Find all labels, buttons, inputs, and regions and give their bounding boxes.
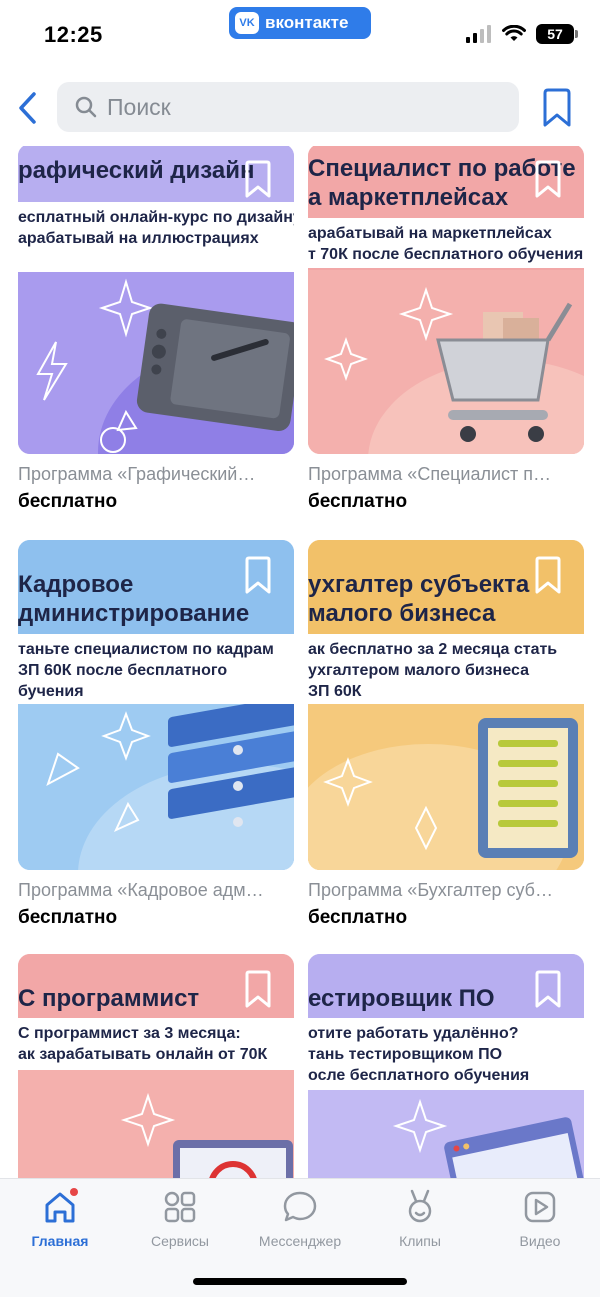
card-subtitle: таньте специалистом по кадрам ЗП 60К пос…: [18, 634, 294, 704]
card-subtitle-line: бучения: [18, 683, 84, 700]
wifi-icon: [502, 25, 526, 41]
card-subtitle-line: арабатывай на маркетплейсах: [308, 225, 552, 242]
clips-icon: [400, 1187, 440, 1227]
tab-label: Клипы: [399, 1233, 441, 1249]
status-time: 12:25: [44, 22, 103, 47]
tab-label: Мессенджер: [258, 1233, 342, 1249]
card-subtitle-line: С программист за 3 месяца:: [18, 1025, 241, 1042]
card-image[interactable]: естировщик ПО отите работать удалённо? т…: [308, 954, 584, 1178]
bookmark-icon[interactable]: [532, 970, 564, 1010]
tab-video[interactable]: Видео: [480, 1187, 600, 1249]
abacus-illustration: [308, 704, 584, 870]
card-caption: Программа «Бухгалтер суб…: [308, 880, 553, 900]
shopping-cart-illustration: [308, 270, 584, 454]
status-icons: 57: [466, 24, 578, 44]
card-subtitle-line: отите работать удалённо?: [308, 1025, 519, 1042]
card-subtitle-line: ак зарабатывать онлайн от 70К: [18, 1046, 268, 1063]
tab-label: Главная: [31, 1233, 89, 1249]
card-subtitle-line: т 70К после бесплатного обучения: [308, 246, 584, 263]
vk-logo-icon: VK: [235, 12, 259, 34]
card-caption: Программа «Специалист п…: [308, 464, 551, 484]
tab-label: Сервисы: [150, 1233, 209, 1249]
card-title-text: С программист: [18, 985, 200, 1012]
tab-services[interactable]: Сервисы: [120, 1187, 240, 1249]
card-subtitle-line: ухгалтером малого бизнеса: [308, 662, 530, 679]
card-image[interactable]: Кадровое дминистрирование таньте специал…: [18, 540, 294, 870]
card-subtitle-line: есплатный онлайн-курс по дизайну: [18, 209, 294, 226]
bookmark-icon: [543, 88, 571, 127]
product-card[interactable]: естировщик ПО отите работать удалённо? т…: [308, 954, 584, 1178]
card-price: бесплатно: [18, 907, 118, 928]
tab-clips[interactable]: Клипы: [360, 1187, 480, 1249]
bookmark-icon[interactable]: [242, 970, 274, 1010]
bookmark-icon[interactable]: [532, 160, 564, 200]
product-card[interactable]: Специалист по работе а маркетплейсах ара…: [308, 146, 584, 513]
card-subtitle: ак бесплатно за 2 месяца стать ухгалтеро…: [308, 634, 584, 704]
product-card[interactable]: С программист С программист за 3 месяца:…: [18, 954, 294, 1178]
card-price: бесплатно: [308, 491, 408, 512]
card-caption: Программа «Кадровое адм…: [18, 880, 264, 900]
bookmark-icon[interactable]: [242, 556, 274, 596]
binders-illustration: [18, 704, 294, 870]
graphics-tablet-illustration: [18, 272, 294, 454]
home-icon: [40, 1187, 80, 1227]
video-icon: [520, 1187, 560, 1227]
cellular-signal-icon: [466, 25, 491, 43]
card-image[interactable]: С программист С программист за 3 месяца:…: [18, 954, 294, 1178]
card-subtitle-line: таньте специалистом по кадрам: [18, 641, 274, 658]
card-subtitle: есплатный онлайн-курс по дизайну арабаты…: [18, 202, 294, 272]
product-grid: рафический дизайн есплатный онлайн-курс …: [0, 146, 600, 1178]
card-title-line: дминистрирование: [18, 600, 250, 627]
vk-badge-label: вконтакте: [265, 13, 349, 32]
card-subtitle: арабатывай на маркетплейсах т 70К после …: [308, 218, 584, 268]
card-title-line: малого бизнеса: [308, 600, 496, 627]
notification-dot: [70, 1188, 78, 1196]
grid-icon: [160, 1187, 200, 1227]
card-image[interactable]: ухгалтер субъекта малого бизнеса ак бесп…: [308, 540, 584, 870]
tab-home[interactable]: Главная: [0, 1187, 120, 1249]
status-bar: 12:25 VK вконтакте 57: [0, 0, 600, 70]
card-subtitle: С программист за 3 месяца: ак зарабатыва…: [18, 1018, 294, 1070]
card-image[interactable]: Специалист по работе а маркетплейсах ара…: [308, 146, 584, 454]
tab-messenger[interactable]: Мессенджер: [240, 1187, 360, 1249]
card-caption: Программа «Графический…: [18, 464, 256, 484]
card-image[interactable]: рафический дизайн есплатный онлайн-курс …: [18, 146, 294, 454]
browser-window-illustration: [308, 1090, 584, 1178]
card-subtitle: отите работать удалённо? тань тестировщи…: [308, 1018, 584, 1090]
chevron-left-icon: [19, 92, 36, 124]
bookmarks-button[interactable]: [540, 88, 574, 128]
card-subtitle-line: осле бесплатного обучения: [308, 1067, 530, 1084]
1c-illustration: [18, 1070, 294, 1178]
search-icon: [75, 96, 97, 118]
card-title-text: рафический дизайн: [18, 157, 255, 184]
card-subtitle-line: арабатывай на иллюстрациях: [18, 230, 259, 247]
chat-icon: [280, 1187, 320, 1227]
search-placeholder: Поиск: [107, 93, 171, 120]
bookmark-icon[interactable]: [242, 160, 274, 200]
product-card[interactable]: ухгалтер субъекта малого бизнеса ак бесп…: [308, 540, 584, 929]
card-subtitle-line: ЗП 60К после бесплатного: [18, 662, 228, 679]
search-header: Поиск: [0, 80, 600, 136]
tab-label: Видео: [519, 1233, 561, 1249]
battery-indicator: 57: [536, 24, 578, 44]
search-input[interactable]: Поиск: [57, 82, 519, 132]
card-subtitle-line: ЗП 60К: [308, 683, 362, 700]
card-subtitle-line: ак бесплатно за 2 месяца стать: [308, 641, 558, 658]
vk-badge[interactable]: VK вконтакте: [229, 7, 371, 39]
card-price: бесплатно: [18, 491, 118, 512]
product-card[interactable]: рафический дизайн есплатный онлайн-курс …: [18, 146, 294, 513]
home-indicator: [193, 1278, 407, 1285]
card-price: бесплатно: [308, 907, 408, 928]
card-subtitle-line: тань тестировщиком ПО: [308, 1046, 503, 1063]
back-button[interactable]: [12, 88, 42, 128]
product-card[interactable]: Кадровое дминистрирование таньте специал…: [18, 540, 294, 929]
card-title-text: естировщик ПО: [308, 985, 495, 1012]
bookmark-icon[interactable]: [532, 556, 564, 596]
